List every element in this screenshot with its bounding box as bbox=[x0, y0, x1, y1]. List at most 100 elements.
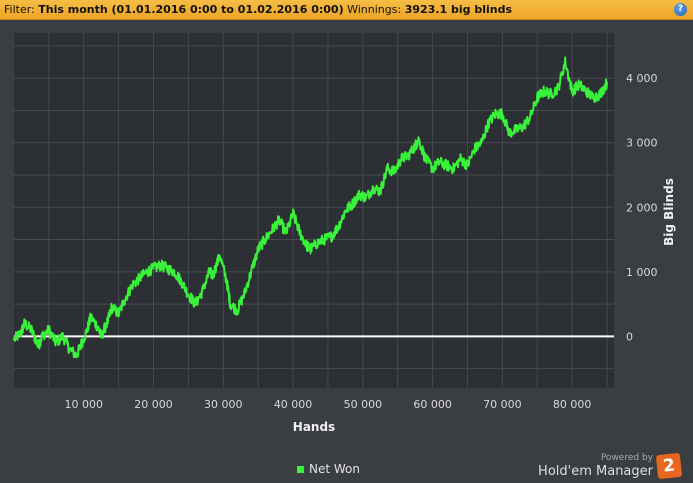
data-point bbox=[159, 264, 162, 267]
data-point bbox=[599, 93, 602, 96]
data-point bbox=[30, 328, 33, 331]
data-point bbox=[351, 203, 354, 206]
data-point bbox=[19, 332, 22, 335]
data-point bbox=[166, 267, 169, 270]
data-point bbox=[578, 83, 581, 86]
brand-text: Powered by Hold'em Manager bbox=[538, 453, 653, 480]
data-point bbox=[208, 270, 211, 273]
data-point bbox=[379, 190, 382, 193]
data-point bbox=[96, 325, 99, 328]
data-point bbox=[571, 90, 574, 93]
data-point bbox=[309, 248, 312, 251]
data-point bbox=[61, 335, 64, 338]
data-point bbox=[40, 335, 43, 338]
data-point bbox=[365, 196, 368, 199]
data-point bbox=[585, 90, 588, 93]
data-point bbox=[250, 270, 253, 273]
winnings-label: Winnings: bbox=[347, 3, 402, 16]
brand-name: Hold'em Manager bbox=[538, 463, 653, 479]
data-point bbox=[75, 354, 78, 357]
x-tick-label: 60 000 bbox=[413, 398, 452, 411]
data-point bbox=[494, 112, 497, 115]
filter-summary: Filter: This month (01.01.2016 0:00 to 0… bbox=[4, 0, 512, 19]
data-point bbox=[124, 296, 127, 299]
data-point bbox=[187, 293, 190, 296]
data-point bbox=[23, 322, 26, 325]
data-point bbox=[243, 293, 246, 296]
data-point bbox=[79, 345, 82, 348]
data-point bbox=[117, 312, 120, 315]
powered-by-text: Powered by bbox=[600, 452, 653, 463]
y-tick-label: 3 000 bbox=[626, 137, 658, 150]
data-point bbox=[180, 280, 183, 283]
x-tick-label: 80 000 bbox=[553, 398, 592, 411]
x-tick-label: 50 000 bbox=[344, 398, 383, 411]
data-point bbox=[393, 170, 396, 173]
data-point bbox=[100, 335, 103, 338]
winnings-value: 3923.1 big blinds bbox=[404, 3, 512, 16]
data-point bbox=[564, 61, 567, 64]
data-point bbox=[229, 303, 232, 306]
data-point bbox=[47, 328, 50, 331]
hem-logo-icon: 2 bbox=[655, 452, 683, 480]
filter-label: Filter: bbox=[4, 3, 35, 16]
data-point bbox=[285, 232, 288, 235]
data-point bbox=[407, 154, 410, 157]
data-point bbox=[522, 125, 525, 128]
data-point bbox=[473, 148, 476, 151]
y-tick-label: 4 000 bbox=[626, 72, 658, 85]
x-tick-label: 20 000 bbox=[134, 398, 173, 411]
data-point bbox=[337, 225, 340, 228]
data-point bbox=[264, 238, 267, 241]
data-point bbox=[13, 338, 15, 341]
data-point bbox=[445, 164, 448, 167]
help-icon[interactable]: ? bbox=[674, 3, 687, 16]
data-point bbox=[211, 274, 214, 277]
y-tick-label: 1 000 bbox=[626, 266, 658, 279]
data-point bbox=[508, 132, 511, 135]
data-point bbox=[386, 167, 389, 170]
legend-swatch-net-won bbox=[297, 465, 304, 473]
data-point bbox=[299, 232, 302, 235]
data-point bbox=[131, 283, 134, 286]
filter-value: This month (01.01.2016 0:00 to 01.02.201… bbox=[38, 3, 344, 16]
data-point bbox=[459, 157, 462, 160]
data-point bbox=[592, 96, 595, 99]
data-point bbox=[89, 316, 92, 318]
data-point bbox=[173, 270, 176, 273]
data-point bbox=[37, 345, 40, 348]
data-point bbox=[466, 164, 469, 167]
data-point bbox=[54, 341, 57, 344]
filter-bar: Filter: This month (01.01.2016 0:00 to 0… bbox=[0, 0, 693, 20]
data-point bbox=[550, 93, 553, 96]
data-point bbox=[438, 161, 441, 164]
y-axis-title: Big Blinds bbox=[662, 178, 676, 246]
data-point bbox=[557, 86, 560, 89]
data-point bbox=[414, 144, 417, 147]
data-point bbox=[543, 90, 546, 93]
data-point bbox=[225, 280, 228, 283]
data-point bbox=[271, 228, 274, 231]
x-tick-label: 40 000 bbox=[274, 398, 313, 411]
data-point bbox=[400, 157, 403, 160]
data-point bbox=[292, 212, 295, 215]
data-point bbox=[515, 128, 518, 131]
data-point bbox=[316, 241, 319, 244]
data-point bbox=[431, 167, 434, 170]
legend[interactable]: Net Won bbox=[297, 462, 360, 476]
data-point bbox=[194, 303, 197, 306]
data-point bbox=[424, 157, 427, 160]
data-point bbox=[330, 235, 333, 238]
x-tick-label: 10 000 bbox=[65, 398, 104, 411]
data-point bbox=[452, 167, 455, 170]
legend-label-net-won: Net Won bbox=[309, 462, 360, 476]
data-point bbox=[358, 193, 361, 196]
data-point bbox=[152, 267, 155, 270]
data-point bbox=[417, 138, 420, 141]
data-point bbox=[306, 245, 309, 247]
branding: Powered by Hold'em Manager 2 bbox=[538, 452, 683, 480]
x-tick-label: 70 000 bbox=[483, 398, 522, 411]
data-point bbox=[278, 219, 281, 222]
data-point bbox=[606, 81, 609, 84]
data-point bbox=[323, 238, 326, 241]
